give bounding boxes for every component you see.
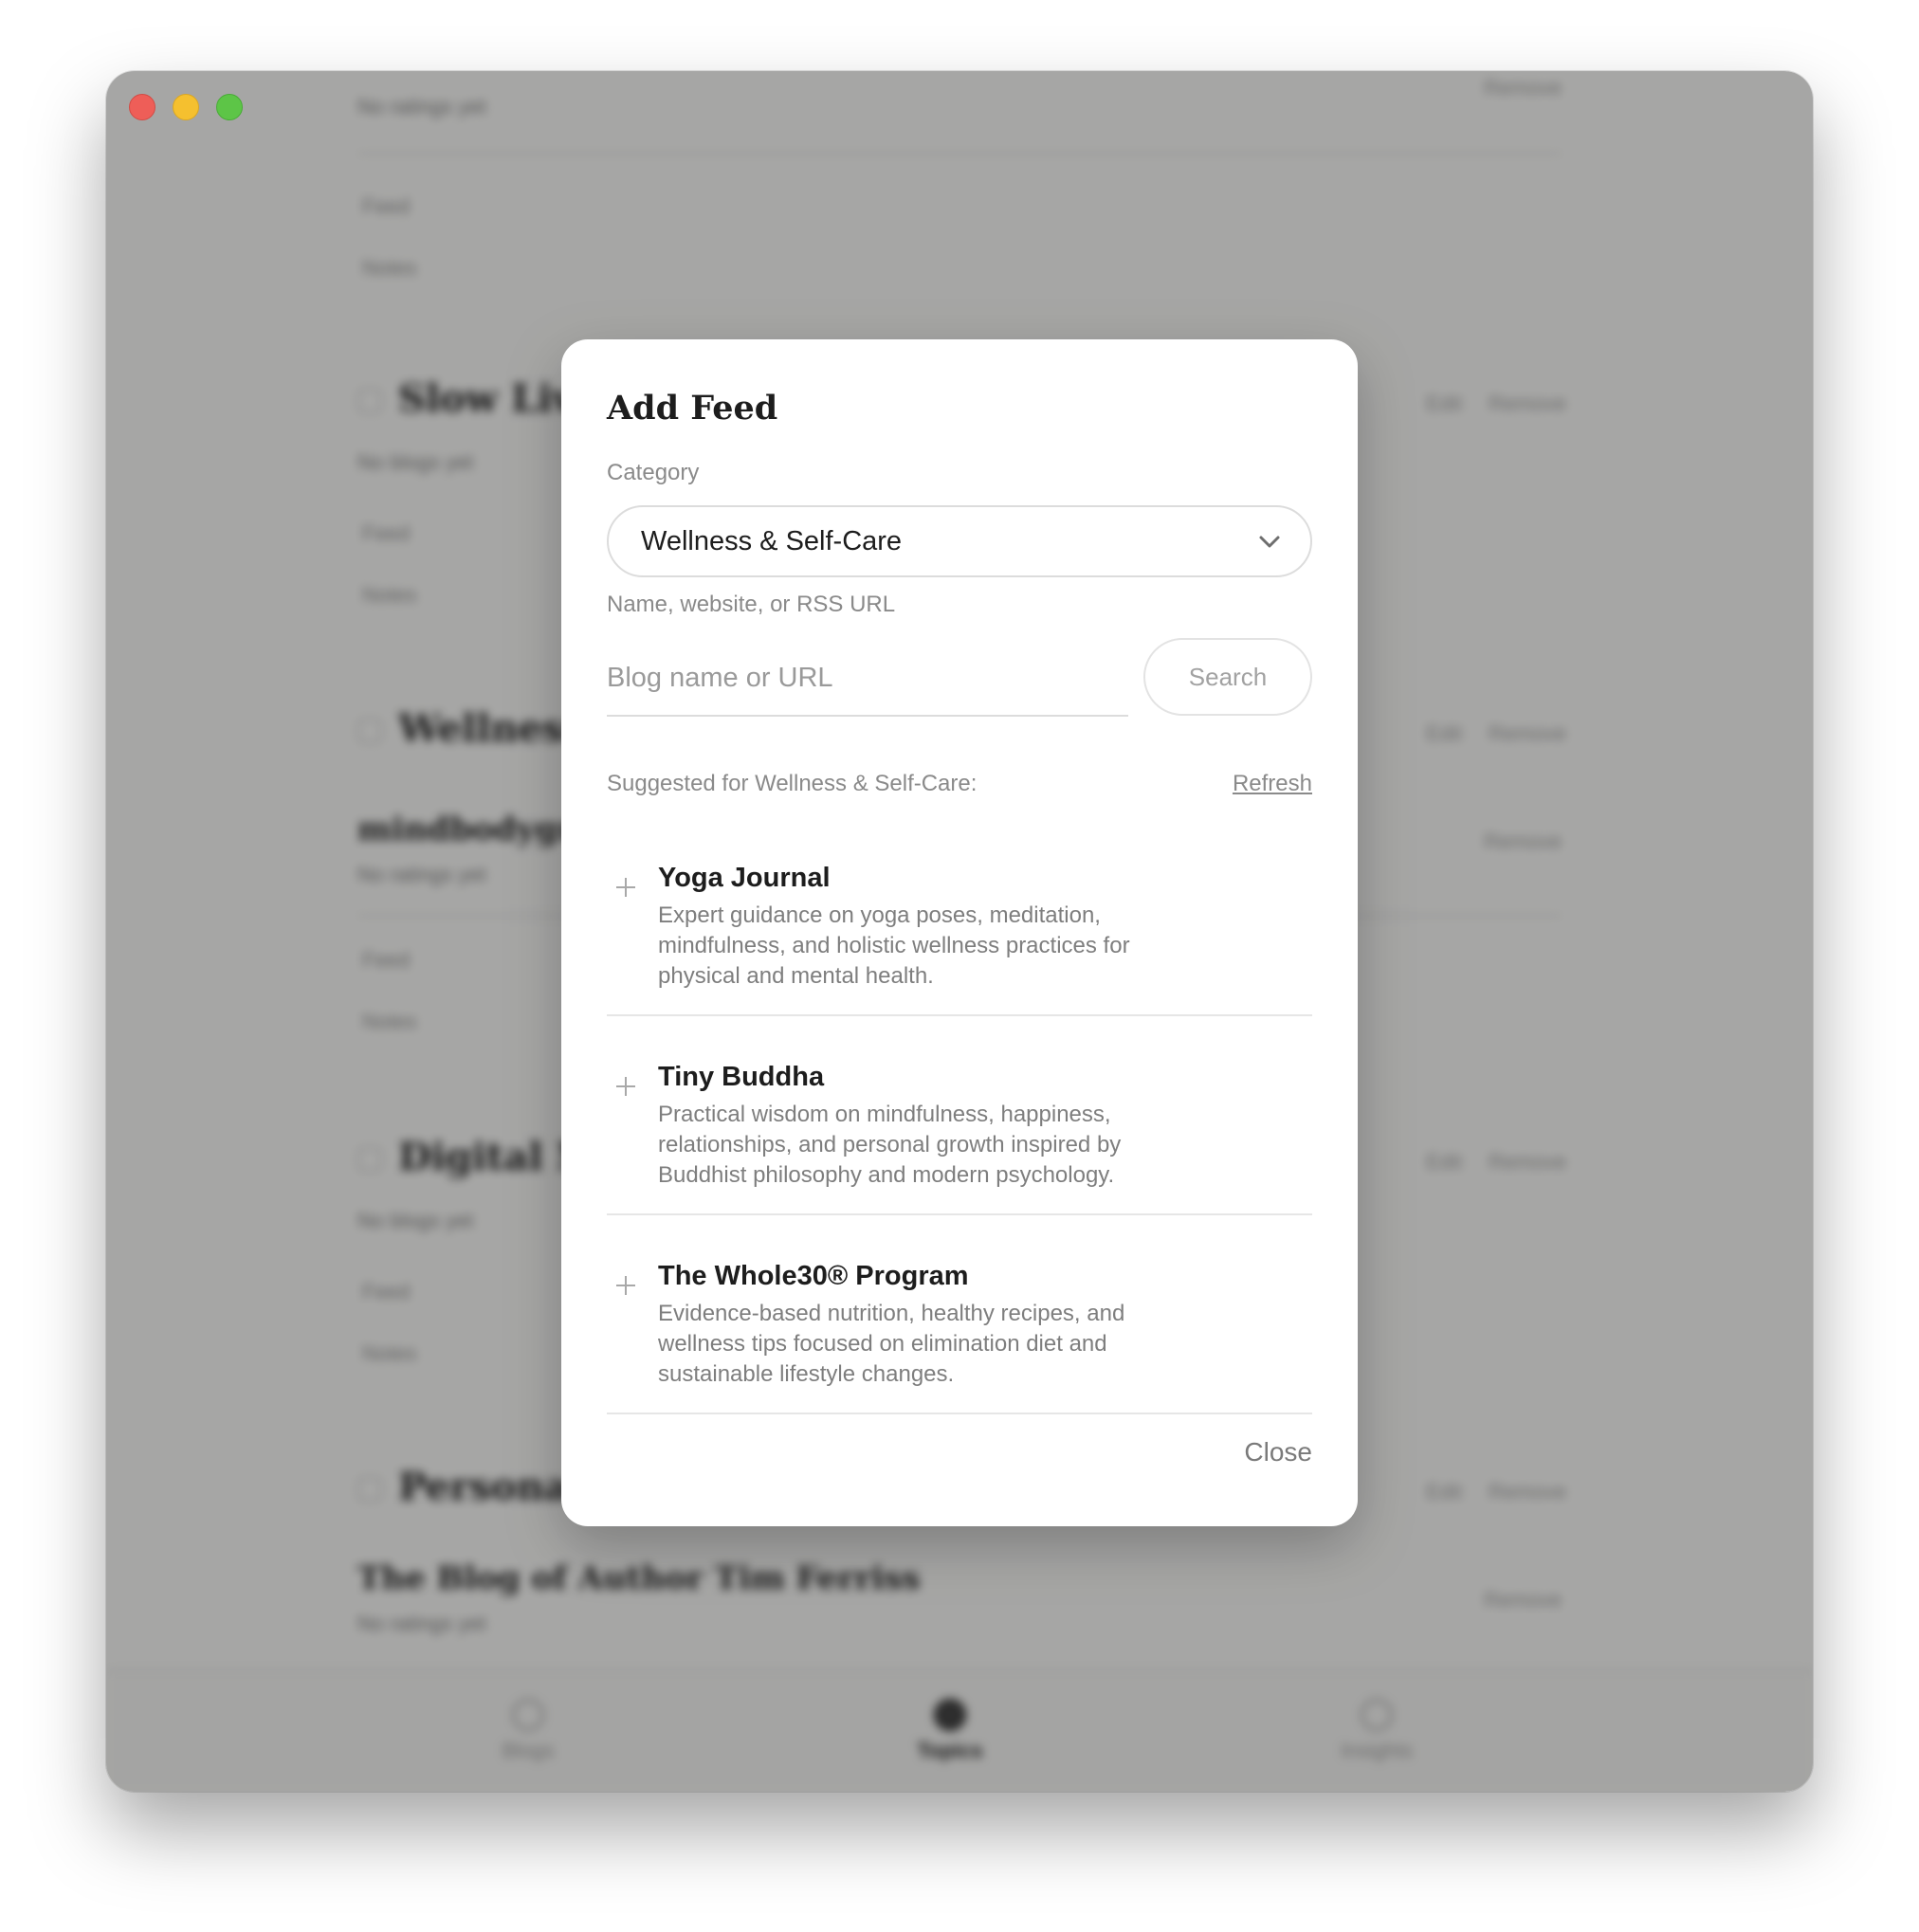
category-select-value: Wellness & Self-Care xyxy=(641,525,903,556)
minimize-window-button[interactable] xyxy=(173,94,199,120)
dialog-title: Add Feed xyxy=(607,389,778,428)
suggestion-name: Yoga Journal xyxy=(658,863,831,893)
suggestion-name: Tiny Buddha xyxy=(658,1062,825,1092)
add-icon[interactable] xyxy=(614,1274,637,1297)
search-button[interactable]: Search xyxy=(1143,638,1312,716)
category-select[interactable]: Wellness & Self-Care xyxy=(607,505,1312,577)
suggestion-item[interactable]: Yoga Journal Expert guidance on yoga pos… xyxy=(607,863,1312,1016)
blog-url-input[interactable] xyxy=(607,641,1128,715)
suggestion-item[interactable]: The Whole30® Program Evidence-based nutr… xyxy=(607,1261,1312,1414)
add-feed-dialog: Add Feed Category Wellness & Self-Care N… xyxy=(561,339,1358,1526)
suggestion-description: Evidence-based nutrition, healthy recipe… xyxy=(658,1301,1125,1387)
suggestion-description: Expert guidance on yoga poses, meditatio… xyxy=(658,902,1130,989)
add-icon[interactable] xyxy=(614,876,637,899)
chevron-down-icon xyxy=(1259,536,1280,548)
url-input-wrapper xyxy=(607,641,1128,717)
close-button[interactable]: Close xyxy=(1244,1437,1312,1467)
close-window-button[interactable] xyxy=(129,94,155,120)
category-label: Category xyxy=(607,460,700,485)
add-icon[interactable] xyxy=(614,1075,637,1098)
zoom-window-button[interactable] xyxy=(216,94,243,120)
url-label: Name, website, or RSS URL xyxy=(607,592,896,617)
refresh-link[interactable]: Refresh xyxy=(1233,771,1312,797)
suggestion-description: Practical wisdom on mindfulness, happine… xyxy=(658,1102,1122,1188)
suggestion-name: The Whole30® Program xyxy=(658,1261,969,1291)
suggestion-item[interactable]: Tiny Buddha Practical wisdom on mindfuln… xyxy=(607,1062,1312,1215)
suggested-label: Suggested for Wellness & Self-Care: xyxy=(607,771,978,796)
